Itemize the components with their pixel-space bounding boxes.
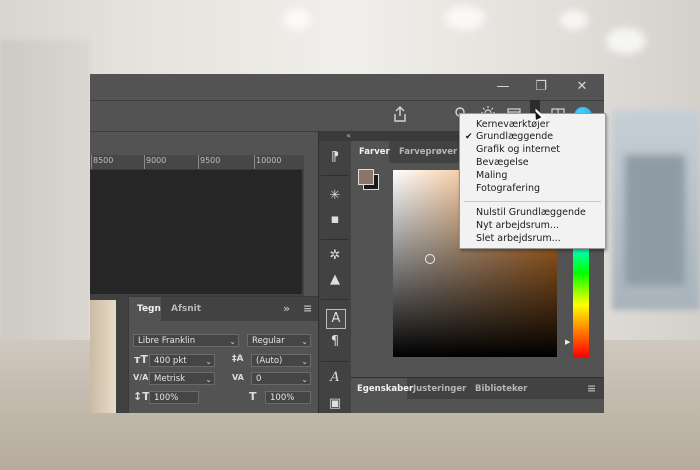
chevron-down-icon: ⌄ [229, 337, 236, 346]
ruler-label: 10000 [256, 156, 282, 165]
ceiling-light [283, 8, 311, 30]
chevron-down-icon: ⌄ [301, 375, 308, 384]
menu-item-kernevaerktojer[interactable]: Kerneværktøjer [476, 119, 550, 131]
menu-separator [464, 201, 601, 202]
tab-egenskaber[interactable]: Egenskaber [351, 378, 413, 400]
leading-field[interactable]: (Auto) ⌄ [251, 354, 311, 367]
character-panel: Tegn Afsnit » ≡ Libre Franklin ⌄ Regular ⌄… [128, 296, 320, 413]
character-icon[interactable]: A [326, 309, 346, 329]
chevron-down-icon: ⌄ [205, 375, 212, 384]
font-size-field[interactable]: 400 pkt ⌄ [149, 354, 215, 367]
menu-item-fotografering[interactable]: Fotografering [476, 183, 540, 195]
color-picker-cursor[interactable] [425, 254, 435, 264]
tracking-icon: VA [232, 373, 244, 382]
menu-item-nulstil[interactable]: Nulstil Grundlæggende [476, 207, 586, 219]
navigator-icon[interactable]: ✲ [326, 247, 344, 265]
properties-panel-tabs: Egenskaber Justeringer Biblioteker ≡ [351, 377, 604, 400]
chevron-down-icon: ⌄ [301, 357, 308, 366]
kerning-field[interactable]: Metrisk ⌄ [149, 372, 215, 385]
font-size-value: 400 pkt [154, 356, 187, 366]
document-canvas[interactable] [90, 170, 302, 294]
properties-panel-body [351, 399, 604, 413]
vertical-scale-icon: ↕T [133, 390, 150, 403]
tab-justeringer[interactable]: Justeringer [413, 378, 466, 400]
ruler-label: 8500 [93, 156, 114, 165]
font-family-value: Libre Franklin [138, 336, 196, 346]
tracking-field[interactable]: 0 ⌄ [251, 372, 311, 385]
leading-value: (Auto) [256, 356, 283, 366]
tracking-value: 0 [256, 374, 262, 384]
glyphs-icon[interactable]: A [326, 369, 344, 387]
tab-tegn[interactable]: Tegn [129, 297, 161, 321]
horizontal-ruler: 8500 9000 9500 10000 [90, 155, 304, 170]
ruler-label: 9000 [146, 156, 167, 165]
chevron-down-icon: ⌄ [301, 337, 308, 346]
minimize-button[interactable]: — [492, 78, 514, 96]
kerning-icon: V/A [133, 373, 149, 382]
restore-button[interactable]: ❐ [530, 78, 552, 96]
chevron-down-icon: ⌄ [205, 357, 212, 366]
foreground-color-swatch[interactable] [358, 169, 374, 185]
font-family-select[interactable]: Libre Franklin ⌄ [133, 334, 239, 347]
ceiling-light [606, 28, 646, 54]
tab-afsnit[interactable]: Afsnit [171, 297, 201, 321]
font-style-value: Regular [252, 336, 285, 346]
menu-item-grundlaeggende[interactable]: Grundlæggende [476, 131, 553, 143]
menu-item-bevaegelse[interactable]: Bevægelse [476, 157, 529, 169]
tab-biblioteker[interactable]: Biblioteker [475, 378, 527, 400]
panel-menu-icon[interactable]: ≡ [303, 297, 312, 321]
vertical-scale-field[interactable]: 100% [149, 391, 199, 404]
share-icon[interactable] [390, 106, 410, 126]
background-window-pane [625, 155, 685, 285]
close-button[interactable]: ✕ [571, 78, 593, 96]
panel-icon-strip: « ⁋ ✳ ▪ ✲ ▲ A ¶ A ▣ [318, 131, 352, 413]
font-style-select[interactable]: Regular ⌄ [247, 334, 311, 347]
menu-item-maling[interactable]: Maling [476, 170, 507, 182]
tab-farveprover[interactable]: Farveprøver [399, 141, 457, 163]
horizontal-scale-icon: T [249, 390, 257, 403]
menu-item-grafik-og-internet[interactable]: Grafik og internet [476, 144, 560, 156]
paragraph-icon[interactable]: ¶ [326, 333, 344, 351]
character-panel-tabs: Tegn Afsnit » ≡ [129, 297, 319, 321]
tab-farver[interactable]: Farver [351, 141, 390, 163]
comment-icon[interactable]: ▪ [326, 211, 344, 229]
ruler-label: 9500 [200, 156, 221, 165]
leading-icon: ‡A [232, 354, 244, 364]
horizontal-scale-field[interactable]: 100% [265, 391, 311, 404]
history-icon[interactable]: ⁋ [326, 149, 344, 167]
title-bar: — ❐ ✕ [90, 74, 604, 101]
background-left-wall [0, 40, 90, 370]
ceiling-light [560, 10, 588, 30]
menu-item-nyt-arbejdsrum[interactable]: Nyt arbejdsrum... [476, 220, 559, 232]
checkmark-icon: ✔ [465, 132, 473, 142]
expand-panel-icon[interactable]: » [283, 297, 290, 321]
photo-layer-preview [90, 300, 116, 413]
menu-item-slet-arbejdsrum[interactable]: Slet arbejdsrum... [476, 233, 561, 245]
histogram-icon[interactable]: ▲ [326, 271, 344, 289]
workspace-menu: Kerneværktøjer ✔ Grundlæggende Grafik og… [459, 113, 606, 249]
ceiling-light [445, 6, 485, 30]
layers-icon[interactable]: ▣ [326, 395, 344, 413]
font-size-icon: тT [134, 353, 148, 366]
brush-settings-icon[interactable]: ✳ [326, 187, 344, 205]
collapse-icon[interactable]: « [319, 131, 351, 141]
panel-menu-icon[interactable]: ≡ [587, 378, 596, 400]
vertical-scale-value: 100% [154, 393, 179, 403]
horizontal-scale-value: 100% [270, 393, 295, 403]
kerning-value: Metrisk [154, 374, 186, 384]
hue-slider-handle[interactable]: ▶ [565, 338, 570, 346]
